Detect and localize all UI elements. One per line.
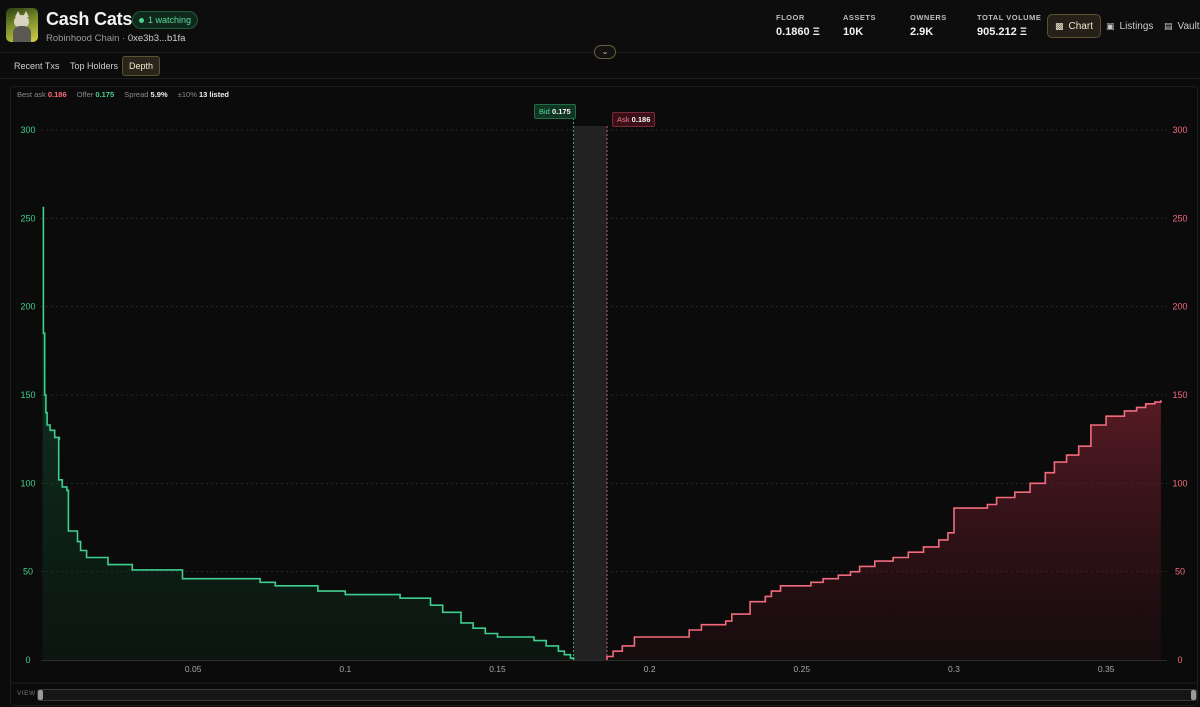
- range-start-handle[interactable]: [38, 690, 43, 700]
- x-tick-label: 0.35: [1098, 664, 1115, 674]
- depth-chart[interactable]: 0 0 50 50 100 100 150 150 200 200 250 250 300 300 0.05…: [0, 0, 1200, 707]
- y-tick-label-left: 200: [20, 302, 35, 312]
- spread-zone: [573, 118, 608, 660]
- ask-marker-value: 0.186: [631, 115, 651, 124]
- y-tick-label-left: 150: [20, 390, 35, 400]
- y-tick-label-right: 300: [1172, 125, 1187, 135]
- ask-depth-area: [607, 400, 1161, 660]
- view-range-scrollbar[interactable]: [37, 689, 1197, 701]
- y-tick-label-right: 150: [1172, 390, 1187, 400]
- x-tick-label: 0.3: [948, 664, 960, 674]
- x-tick-label: 0.15: [489, 664, 506, 674]
- ask-marker-label: Ask 0.186: [612, 112, 656, 127]
- spread-band: [573, 126, 608, 660]
- y-tick-label-left: 100: [20, 478, 35, 488]
- range-end-handle[interactable]: [1191, 690, 1196, 700]
- y-tick-label-left: 0: [25, 655, 30, 665]
- bid-depth-area: [42, 207, 574, 660]
- y-tick-label-right: 100: [1172, 478, 1187, 488]
- bid-marker-text: Bid: [539, 107, 550, 116]
- y-tick-label-right: 50: [1175, 567, 1185, 577]
- ask-marker-text: Ask: [617, 115, 630, 124]
- bid-marker-value: 0.175: [551, 107, 571, 116]
- x-tick-label: 0.25: [794, 664, 811, 674]
- y-tick-label-right: 250: [1172, 213, 1187, 223]
- bid-marker-label: Bid 0.175: [534, 104, 576, 119]
- y-tick-label-left: 300: [20, 125, 35, 135]
- x-tick-label: 0.1: [339, 664, 351, 674]
- view-label: VIEW: [17, 690, 36, 697]
- y-tick-label-left: 250: [20, 213, 35, 223]
- y-tick-label-right: 200: [1172, 302, 1187, 312]
- x-tick-label: 0.2: [644, 664, 656, 674]
- y-tick-label-left: 50: [23, 567, 33, 577]
- y-tick-label-right: 0: [1177, 655, 1182, 665]
- x-tick-label: 0.05: [185, 664, 202, 674]
